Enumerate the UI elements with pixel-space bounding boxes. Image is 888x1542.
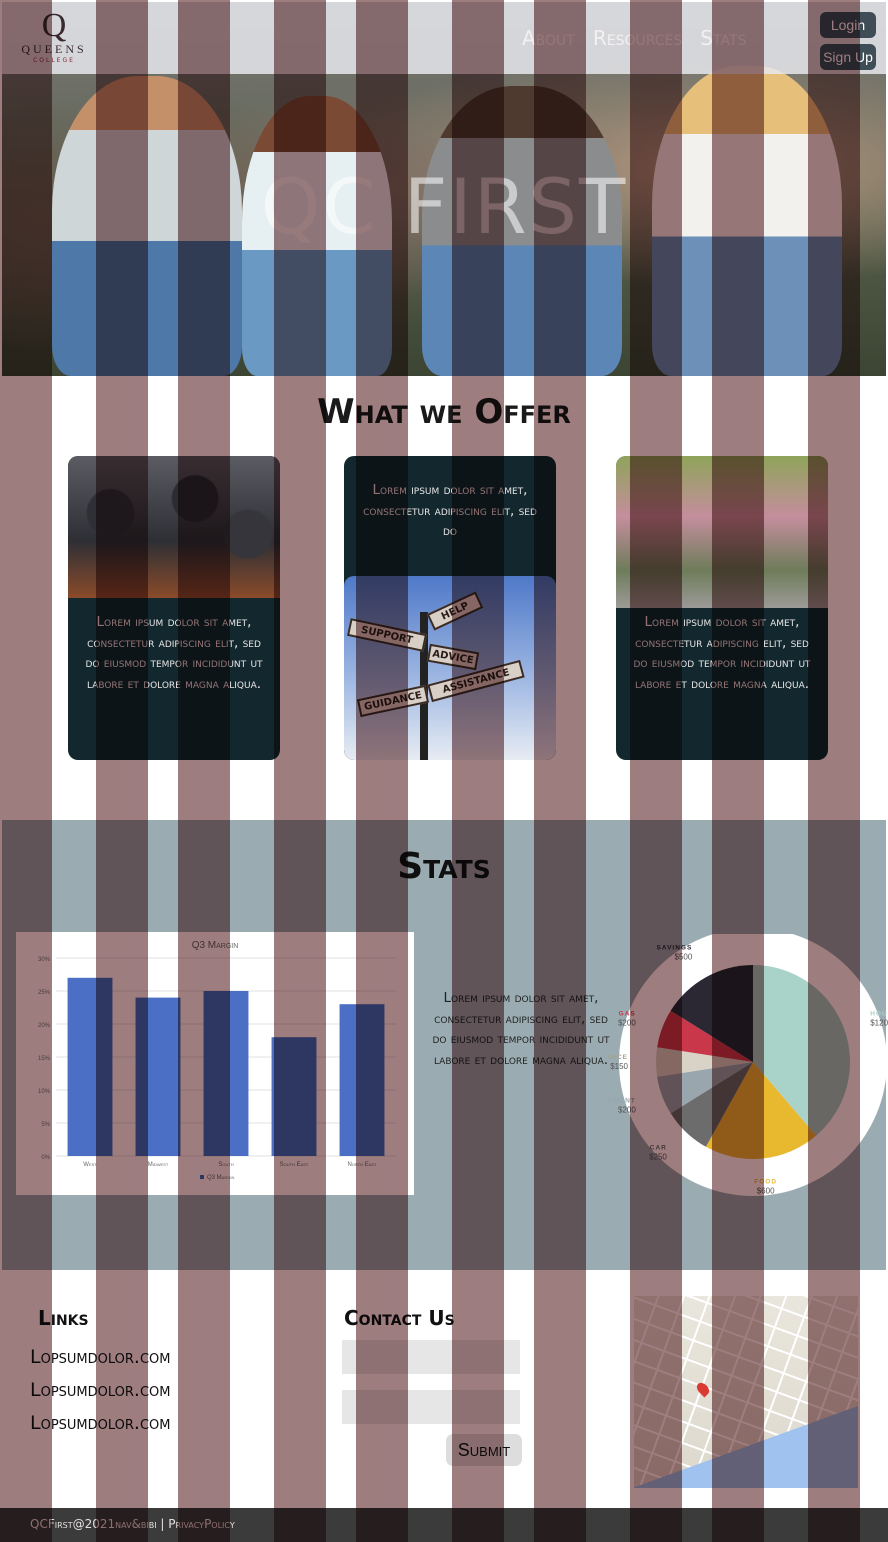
y-tick-label: 30% [38, 957, 51, 963]
location-map[interactable] [634, 1296, 858, 1488]
pie-label: FOOD [754, 1178, 777, 1185]
x-tick-label: South [218, 1162, 233, 1168]
x-tick-label: West [83, 1162, 97, 1168]
offer-card-text: Lorem ipsum dolor sit amet, consectetur … [633, 614, 811, 692]
pie-label: INSURANCE [608, 1054, 628, 1061]
sign-guidance: GUIDANCE [356, 684, 430, 718]
pie-value-label: $500 [675, 953, 693, 962]
offer-card-graduation[interactable]: Lorem ipsum dolor sit amet, consectetur … [68, 456, 280, 760]
logo-sub: COLLEGE [33, 57, 75, 64]
pie-value-label: $150 [610, 1062, 628, 1071]
y-tick-label: 20% [38, 1023, 51, 1029]
y-tick-label: 0% [41, 1155, 50, 1161]
bar-chart-svg: Q3 Margin 0% 5% 10% 15% 20% 25% 30% West Midwest S… [38, 940, 396, 1181]
pie-label: HOUSING [870, 1011, 888, 1018]
students-walking-image [616, 456, 828, 608]
footer-link-1[interactable]: Lopsumdolor.com [30, 1346, 171, 1368]
contact-title: Contact Us [344, 1306, 455, 1330]
pie-value-label: $250 [649, 1153, 667, 1162]
legend-swatch [200, 1175, 204, 1179]
links-title: Links [38, 1306, 89, 1330]
offer-card-students[interactable]: Lorem ipsum dolor sit amet, consectetur … [616, 456, 828, 760]
nav-links: About Resources Stats [522, 26, 746, 50]
budget-pie-chart: HOUSING$1200 FOOD$600 CAR$250 ENTERTAINMENT… [568, 928, 888, 1196]
pie-value-label: $200 [618, 1105, 636, 1114]
sign-support: SUPPORT [346, 618, 428, 652]
signup-button[interactable]: Sign Up [820, 44, 876, 70]
sign-help: HELP [426, 591, 484, 631]
map-pin-icon [694, 1380, 712, 1398]
nav-about-link[interactable]: About [522, 26, 575, 50]
pie-chart-svg: HOUSING$1200 FOOD$600 CAR$250 ENTERTAINMENT… [568, 928, 888, 1196]
bar-south [203, 991, 249, 1156]
bar-chart-title: Q3 Margin [192, 940, 239, 951]
nav-stats-link[interactable]: Stats [700, 26, 746, 50]
q3-margin-bar-chart: Q3 Margin 0% 5% 10% 15% 20% 25% 30% West Midwest S… [16, 932, 414, 1195]
offer-card-support[interactable]: Lorem ipsum dolor sit amet, consectetur … [344, 456, 556, 760]
copyright-text: QCFirst@2021nav&bibi | PrivacyPolicy [30, 1517, 235, 1531]
footer-link-2[interactable]: Lopsumdolor.com [30, 1379, 171, 1401]
login-button[interactable]: Login [820, 12, 876, 38]
contact-name-field[interactable] [342, 1340, 520, 1374]
hero-banner: Q QUEENS COLLEGE About Resources Stats L… [2, 2, 886, 376]
bar-north-east [339, 1004, 385, 1156]
submit-button[interactable]: Submit [446, 1434, 522, 1466]
offer-section-title: What we Offer [317, 392, 571, 432]
hero-title: QC FIRST [260, 162, 628, 251]
pie-value-label: $600 [757, 1186, 775, 1195]
bar-south-east [271, 1037, 317, 1156]
pie-value-label: $1200 [870, 1019, 888, 1028]
support-signpost-image: HELP SUPPORT ADVICE ASSISTANCE GUIDANCE [344, 576, 556, 760]
nav-resources-link[interactable]: Resources [593, 26, 682, 50]
logo-letter: Q [41, 7, 67, 44]
pie-label: GAS [619, 1011, 636, 1018]
pie-value-label: $200 [618, 1019, 636, 1028]
x-tick-label: South East [280, 1162, 309, 1168]
y-tick-label: 25% [38, 990, 51, 996]
logo-name: QUEENS [21, 42, 87, 56]
y-tick-label: 10% [38, 1089, 51, 1095]
queens-college-logo[interactable]: Q QUEENS COLLEGE [16, 7, 92, 72]
sign-advice: ADVICE [426, 643, 480, 671]
x-tick-label: Midwest [148, 1162, 169, 1168]
stats-description: Lorem ipsum dolor sit amet, consectetur … [432, 990, 610, 1068]
graduation-caps-image [68, 456, 280, 598]
x-tick-label: North East [347, 1162, 377, 1168]
offer-card-text: Lorem ipsum dolor sit amet, consectetur … [363, 482, 537, 539]
y-tick-label: 5% [41, 1122, 50, 1128]
footer-link-3[interactable]: Lopsumdolor.com [30, 1412, 171, 1434]
pie-label: SAVINGS [657, 945, 693, 952]
offer-card-text: Lorem ipsum dolor sit amet, consectetur … [85, 614, 263, 692]
legend-label: Q3 Margin [207, 1175, 234, 1181]
top-navbar: Q QUEENS COLLEGE About Resources Stats L… [2, 2, 886, 74]
pie-label: ENTERTAINMENT [608, 1097, 636, 1104]
bar-midwest [135, 997, 181, 1156]
pie-label: CAR [650, 1145, 667, 1152]
y-tick-label: 15% [38, 1056, 51, 1062]
contact-email-field[interactable] [342, 1390, 520, 1424]
stats-section-title: Stats [397, 846, 491, 887]
bar-west [67, 977, 113, 1156]
